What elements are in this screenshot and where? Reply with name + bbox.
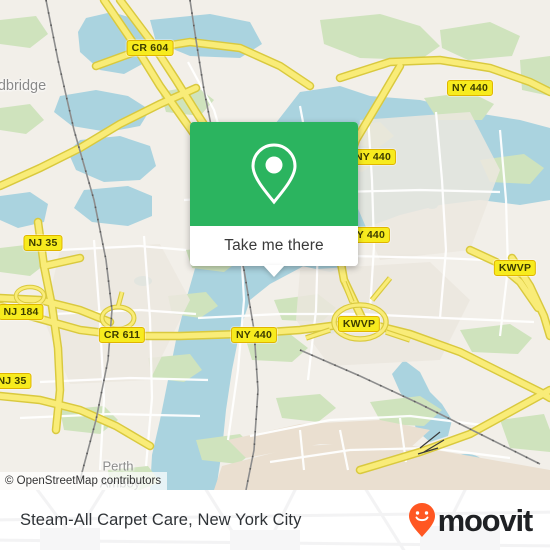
route-shield[interactable]: NJ 35 (0, 373, 32, 389)
route-shield[interactable]: NY 440 (446, 80, 494, 96)
page-title: Steam-All Carpet Care, New York City (20, 510, 302, 529)
take-me-there-popup[interactable]: Take me there (190, 122, 358, 277)
route-shield[interactable]: KWVP (493, 260, 537, 276)
popup-icon-area (190, 122, 358, 226)
moovit-map-screenshot: CR 604 NY 440 NY 440 NY 440 KWVP KWVP NJ… (0, 0, 550, 550)
route-shield[interactable]: CR 604 (126, 40, 174, 56)
route-shield[interactable]: NJ 184 (0, 304, 44, 320)
take-me-there-label: Take me there (224, 237, 324, 254)
place-label: dbridge (0, 78, 47, 94)
route-shield[interactable]: CR 611 (98, 327, 146, 343)
moovit-smiley-pin-icon (408, 503, 435, 537)
map-canvas[interactable]: CR 604 NY 440 NY 440 NY 440 KWVP KWVP NJ… (0, 0, 550, 490)
osm-attribution[interactable]: © OpenStreetMap contributors (0, 472, 168, 490)
moovit-logo[interactable]: moovit (407, 502, 534, 538)
route-shield[interactable]: NJ 35 (23, 235, 63, 251)
route-shield[interactable]: KWVP (337, 316, 381, 332)
popup-cta-area[interactable]: Take me there (190, 226, 358, 277)
map-pin-icon (251, 143, 297, 205)
footer-bar: Steam-All Carpet Care, New York City moo… (0, 490, 550, 550)
route-shield[interactable]: NY 440 (230, 327, 278, 343)
popup-pointer-tail (263, 265, 285, 277)
moovit-wordmark: moovit (437, 502, 534, 538)
